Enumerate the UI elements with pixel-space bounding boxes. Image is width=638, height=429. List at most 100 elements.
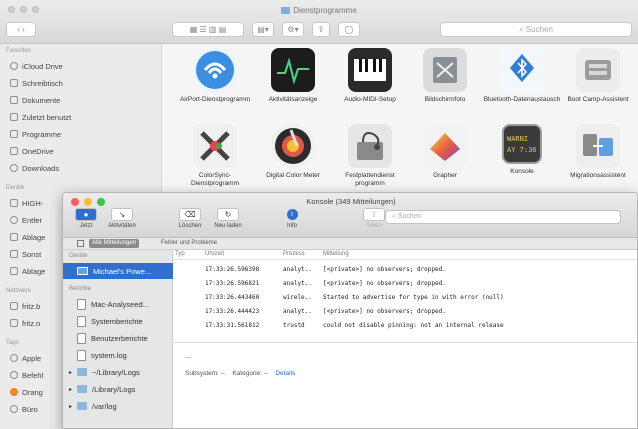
folder-icon bbox=[77, 402, 88, 410]
sidebar-item-report[interactable]: ▸/Library/Logs bbox=[63, 381, 173, 397]
computer-icon bbox=[10, 319, 18, 327]
migration-icon bbox=[576, 124, 620, 168]
sidebar-item-device[interactable]: Sonst bbox=[10, 246, 41, 262]
sidebar-item-tag[interactable]: Befehl bbox=[10, 367, 43, 383]
table-row[interactable]: 17:33:26.596821 analyt.. [<private>] no … bbox=[173, 278, 637, 290]
console-search-field[interactable]: ⌕ Suchen bbox=[385, 210, 621, 224]
favorites-header: Favoriten bbox=[6, 48, 32, 54]
share-button[interactable]: ⇪ bbox=[312, 22, 330, 37]
view-mode-buttons[interactable]: ▦ ☰ ▥ ▤ bbox=[172, 22, 244, 37]
filter-errors[interactable]: Fehler und Probleme bbox=[161, 239, 217, 248]
desktop-icon bbox=[10, 79, 18, 87]
tag-dot-icon bbox=[10, 388, 18, 396]
detail-pane: Subsystem: -- Kategorie: -- Details bbox=[185, 370, 295, 377]
table-row[interactable]: 17:33:26.596398 analyt.. [<private>] no … bbox=[173, 264, 637, 276]
sidebar-item-tag[interactable]: Apple bbox=[10, 350, 41, 366]
info-button[interactable]: i Info bbox=[273, 208, 311, 229]
finder-toolbar: Dienstprogramme ‹ › ▦ ☰ ▥ ▤ ▤▾ ⚙▾ ⇪ ◯ ⌕ … bbox=[0, 0, 638, 44]
app-activity-monitor[interactable]: Aktivitätsanzeige bbox=[253, 48, 333, 104]
sidebar-item-network[interactable]: fritz.n bbox=[10, 315, 40, 331]
app-audio-midi-setup[interactable]: Audio-MIDI-Setup bbox=[330, 48, 410, 104]
column-time[interactable]: Uhrzeit bbox=[205, 251, 224, 257]
sidebar-item-report[interactable]: Benutzerberichte bbox=[63, 330, 173, 346]
tags-button[interactable]: ◯ bbox=[338, 22, 360, 37]
app-grapher[interactable]: Grapher bbox=[405, 124, 485, 180]
sidebar-item-report[interactable]: ▸ ~/Library/Logs bbox=[63, 364, 173, 380]
row-message: Started to advertise for type in with er… bbox=[323, 294, 504, 301]
finder-title: Dienstprogramme bbox=[0, 6, 638, 15]
colorsync-icon bbox=[193, 124, 237, 168]
sidebar-item-dokumente[interactable]: Dokumente bbox=[10, 92, 60, 108]
table-row[interactable]: 17:33:31.561812 trustd could not disable… bbox=[173, 320, 637, 332]
column-type[interactable]: Typ bbox=[175, 251, 185, 257]
table-row[interactable]: 17:33:26.444423 analyt.. [<private>] no … bbox=[173, 306, 637, 318]
sidebar-item-device[interactable]: Ablage bbox=[10, 229, 45, 245]
sidebar-item-device[interactable]: Ablage bbox=[10, 263, 45, 279]
filter-all-messages[interactable]: Alle Mitteilungen bbox=[89, 239, 140, 248]
log-table: Typ Uhrzeit Prozess Mitteilung 17:33:26.… bbox=[173, 250, 637, 428]
laptop-icon bbox=[77, 267, 88, 275]
activities-button[interactable]: ↘ Aktivitäten bbox=[103, 208, 141, 229]
sidebar-item-device[interactable]: HIGH- bbox=[10, 195, 43, 211]
devices-header: Geräte bbox=[6, 185, 25, 191]
back-forward-buttons[interactable]: ‹ › bbox=[6, 22, 36, 37]
sidebar-item-onedrive[interactable]: OneDrive bbox=[10, 143, 54, 159]
action-gear-button[interactable]: ⚙▾ bbox=[282, 22, 304, 37]
download-icon bbox=[10, 164, 18, 172]
disk-icon bbox=[10, 199, 18, 207]
sidebar-item-report[interactable]: ▸/var/log bbox=[63, 398, 173, 414]
sidebar-item-zuletzt-benutzt[interactable]: Zuletzt benutzt bbox=[10, 109, 71, 125]
clear-button[interactable]: ⌫ Löschen bbox=[171, 208, 209, 229]
reload-button[interactable]: ↻ Neu laden bbox=[209, 208, 247, 229]
arrange-button[interactable]: ▤▾ bbox=[252, 22, 274, 37]
disclosure-triangle-icon[interactable]: ▸ bbox=[69, 386, 72, 393]
app-boot-camp[interactable]: Boot Camp-Assistent bbox=[558, 48, 638, 104]
column-process[interactable]: Prozess bbox=[283, 251, 305, 257]
sidebar-item-device[interactable]: Michael's Powe... bbox=[63, 263, 173, 279]
audio-midi-icon bbox=[348, 48, 392, 92]
disclosure-triangle-icon[interactable]: ▸ bbox=[69, 403, 72, 410]
app-screenshot[interactable]: Bildschirmfoto bbox=[405, 48, 485, 104]
recents-icon bbox=[10, 113, 18, 121]
sidebar-item-programme[interactable]: Programme bbox=[10, 126, 61, 142]
app-bluetooth-exchange[interactable]: Bluetooth-Datenaustausch bbox=[482, 48, 562, 104]
detail-category: Kategorie: -- bbox=[232, 370, 269, 377]
sidebar-item-network[interactable]: fritz.b bbox=[10, 298, 40, 314]
sidebar-item-device[interactable]: Entfer bbox=[10, 212, 42, 228]
document-icon bbox=[77, 315, 86, 327]
app-migration-assistant[interactable]: Migrationsassistent bbox=[558, 124, 638, 180]
app-digital-color-meter[interactable]: Digital Color Meter bbox=[253, 124, 333, 180]
sidebar-item-report[interactable]: system.log bbox=[63, 347, 173, 363]
svg-text:AY 7:36: AY 7:36 bbox=[507, 146, 537, 154]
app-console[interactable]: WARNI AY 7:36 Konsole bbox=[482, 124, 562, 176]
app-disk-utility[interactable]: Festplattendienst programm bbox=[330, 124, 410, 188]
svg-text:WARNI: WARNI bbox=[507, 135, 528, 143]
finder-search-field[interactable]: ⌕ Suchen bbox=[440, 22, 632, 37]
details-link[interactable]: Details bbox=[275, 370, 295, 377]
row-process: analyt.. bbox=[283, 308, 312, 315]
info-icon: i bbox=[281, 208, 303, 221]
sidebar-item-tag[interactable]: Büro bbox=[10, 401, 38, 417]
row-time: 17:33:26.443460 bbox=[205, 294, 260, 301]
disk-icon bbox=[10, 267, 18, 275]
folder-icon bbox=[77, 368, 88, 376]
row-message: [<private>] no observers; dropped. bbox=[323, 266, 446, 273]
airport-utility-icon bbox=[193, 48, 237, 92]
reload-icon: ↻ bbox=[217, 208, 239, 221]
app-colorsync[interactable]: ColorSync-Dienstprogramm bbox=[175, 124, 255, 188]
disclosure-triangle-icon[interactable]: ▸ bbox=[69, 369, 72, 376]
sidebar-item-downloads[interactable]: Downloads bbox=[10, 160, 59, 176]
now-button[interactable]: ● Jetzt bbox=[67, 208, 105, 229]
sidebar-item-report[interactable]: Systemberichte bbox=[63, 313, 173, 329]
column-message[interactable]: Mitteilung bbox=[323, 251, 349, 257]
detail-divider bbox=[173, 342, 637, 343]
app-airport-utility[interactable]: AirPort-Dienstprogramm bbox=[175, 48, 255, 104]
sidebar-item-icloud-drive[interactable]: iCloud Drive bbox=[10, 58, 63, 74]
sidebar-item-tag[interactable]: Orang bbox=[10, 384, 43, 400]
tag-dot-icon bbox=[10, 354, 18, 362]
sidebar-item-schreibtisch[interactable]: Schreibtisch bbox=[10, 75, 63, 91]
sidebar-toggle-icon[interactable] bbox=[77, 240, 84, 247]
row-message: [<private>] no observers; dropped. bbox=[323, 280, 446, 287]
table-row[interactable]: 17:33:26.443460 wirele.. Started to adve… bbox=[173, 292, 637, 304]
sidebar-item-report[interactable]: Mac-Analyseed... bbox=[63, 296, 173, 312]
